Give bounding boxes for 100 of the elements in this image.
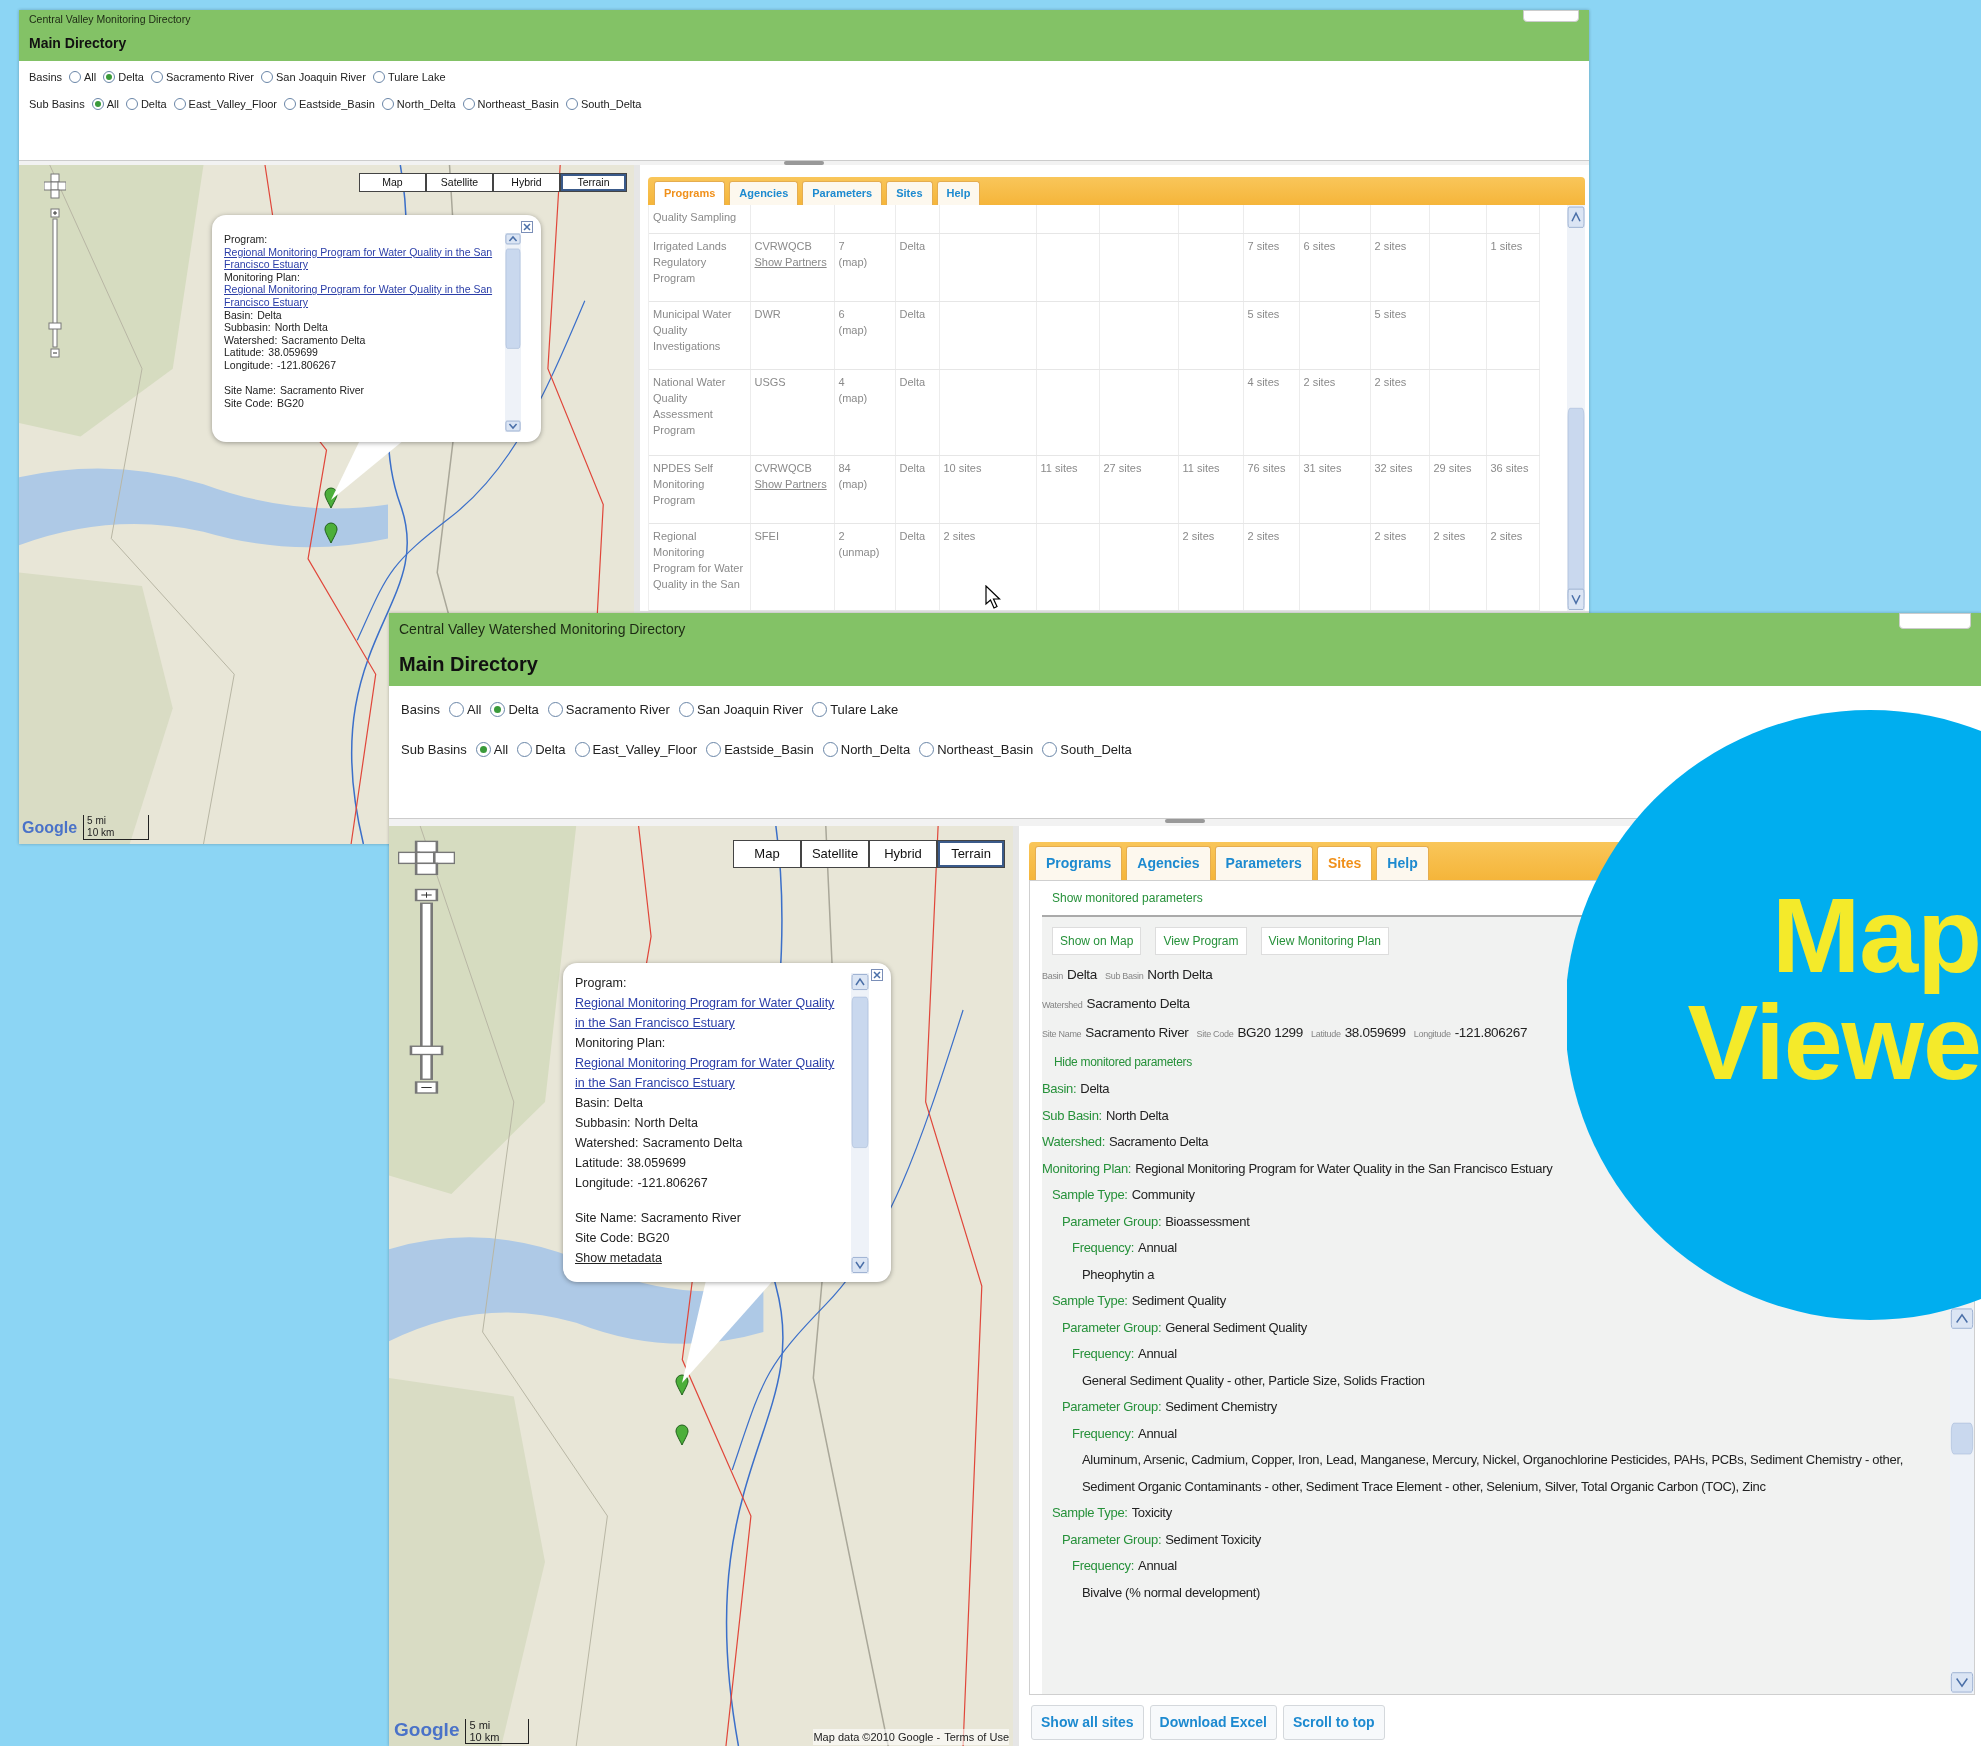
radio-button[interactable] [706,741,722,757]
radio-label[interactable]: Delta [118,69,144,86]
close-icon[interactable] [871,969,883,981]
radio-label[interactable]: All [493,739,509,759]
radio-label[interactable]: Sacramento River [165,69,254,86]
tab[interactable]: Agencies [729,181,799,205]
tab[interactable]: Parameters [802,181,883,205]
map-type-button[interactable]: Hybrid [493,173,560,192]
radio-label[interactable]: Delta [535,739,566,759]
radio-button[interactable] [475,741,491,757]
map-pin-icon[interactable] [675,1424,689,1446]
footer-button[interactable]: Scroll to top [1282,1705,1385,1740]
scrollbar[interactable] [1950,1307,1974,1694]
radio-button[interactable] [919,741,935,757]
map-link[interactable]: (map) [838,254,891,271]
radio-label[interactable]: All [467,700,482,720]
radio-button[interactable] [173,97,186,110]
show-parameters-link[interactable]: Show monitored parameters [1030,881,1225,915]
radio-label[interactable]: South_Delta [1060,739,1132,759]
program-link[interactable]: Municipal Water Quality Investigations [653,305,746,354]
scrollbar[interactable] [851,973,869,1274]
popup-link[interactable]: Regional Monitoring Program for Water Quality in the San Francisco Estuary [224,245,501,271]
map-type-button[interactable]: Map [359,173,426,192]
map-pin-icon[interactable] [324,487,338,509]
program-link[interactable]: Regional Monitoring Program for Water Quality in the San [653,528,746,593]
resize-handle[interactable] [784,161,824,165]
program-link[interactable]: Quality Sampling [653,208,746,225]
map-link[interactable]: (map) [838,389,891,406]
radio-label[interactable]: Northeast_Basin [937,739,1034,759]
radio-label[interactable]: Eastside_Basin [724,739,814,759]
radio-label[interactable]: North_Delta [396,95,456,112]
radio-label[interactable]: Tulare Lake [387,69,446,86]
radio-label[interactable]: Delta [508,700,539,720]
radio-button[interactable] [490,702,506,718]
radio-label[interactable]: Eastside_Basin [299,95,375,112]
footer-button[interactable]: Show all sites [1031,1705,1144,1740]
radio-label[interactable]: San Joaquin River [696,700,804,720]
radio-button[interactable] [574,741,590,757]
radio-button[interactable] [822,741,838,757]
tab[interactable]: Programs [1035,846,1123,880]
tab[interactable]: Help [936,181,981,205]
radio-button[interactable] [812,702,828,718]
metadata-link[interactable]: Show metadata [575,1248,662,1268]
partners-link[interactable]: Show Partners [754,254,830,271]
scrollbar[interactable] [505,233,521,432]
popup-link[interactable]: Regional Monitoring Program for Water Quality in the San Francisco Estuary [575,1053,847,1093]
map-type-button[interactable]: Terrain [560,173,627,192]
radio-button[interactable] [381,97,394,110]
resize-handle[interactable] [1165,819,1205,823]
radio-button[interactable] [462,97,475,110]
radio-label[interactable]: All [106,95,119,112]
popup-link[interactable]: Regional Monitoring Program for Water Quality in the San Francisco Estuary [575,993,847,1033]
scrollbar[interactable] [1567,204,1585,611]
radio-button[interactable] [547,702,563,718]
radio-button[interactable] [125,97,138,110]
radio-label[interactable]: All [84,69,97,86]
radio-button[interactable] [372,71,385,84]
action-button[interactable]: Show on Map [1052,927,1142,955]
tab[interactable]: Help [1376,846,1429,880]
radio-label[interactable]: San Joaquin River [276,69,366,86]
map-type-button[interactable]: Hybrid [869,840,937,868]
partners-link[interactable]: Show Partners [754,476,830,493]
radio-button[interactable] [150,71,163,84]
radio-label[interactable]: East_Valley_Floor [592,739,698,759]
radio-button[interactable] [261,71,273,84]
radio-label[interactable]: Sacramento River [565,700,670,720]
radio-button[interactable] [678,702,694,718]
map-pin-icon[interactable] [324,522,338,544]
map-type-button[interactable]: Terrain [937,840,1005,868]
map-type-button[interactable]: Satellite [426,173,493,192]
tab[interactable]: Parameters [1214,846,1313,880]
radio-button[interactable] [91,97,104,110]
radio-button[interactable] [449,702,465,718]
radio-button[interactable] [69,71,82,84]
radio-button[interactable] [565,97,578,110]
map-type-button[interactable]: Map [733,840,801,868]
radio-label[interactable]: Delta [140,95,167,112]
radio-button[interactable] [1042,741,1058,757]
hide-parameters-link[interactable]: Hide monitored parameters [1054,1055,1192,1069]
terms-link[interactable]: Terms of Use [944,1728,1009,1745]
action-button[interactable]: View Program [1155,927,1247,955]
radio-label[interactable]: East_Valley_Floor [188,95,278,112]
radio-label[interactable]: Northeast_Basin [477,95,559,112]
close-icon[interactable] [521,221,533,233]
radio-label[interactable]: Tulare Lake [830,700,899,720]
map-type-button[interactable]: Satellite [801,840,869,868]
popup-link[interactable]: Regional Monitoring Program for Water Quality in the San Francisco Estuary [224,283,501,309]
map-pin-icon[interactable] [675,1374,689,1396]
program-link[interactable]: NPDES Self Monitoring Program [653,460,746,509]
radio-button[interactable] [284,97,297,110]
map-link[interactable]: (map) [838,476,891,493]
radio-button[interactable] [517,741,533,757]
map-link[interactable]: (unmap) [838,544,891,561]
program-link[interactable]: Irrigated Lands Regulatory Program [653,238,746,287]
radio-label[interactable]: North_Delta [840,739,911,759]
program-link[interactable]: National Water Quality Assessment Program [653,373,746,438]
tab[interactable]: Sites [886,181,933,205]
radio-label[interactable]: South_Delta [580,95,642,112]
action-button[interactable]: View Monitoring Plan [1260,927,1390,955]
radio-button[interactable] [103,71,116,84]
